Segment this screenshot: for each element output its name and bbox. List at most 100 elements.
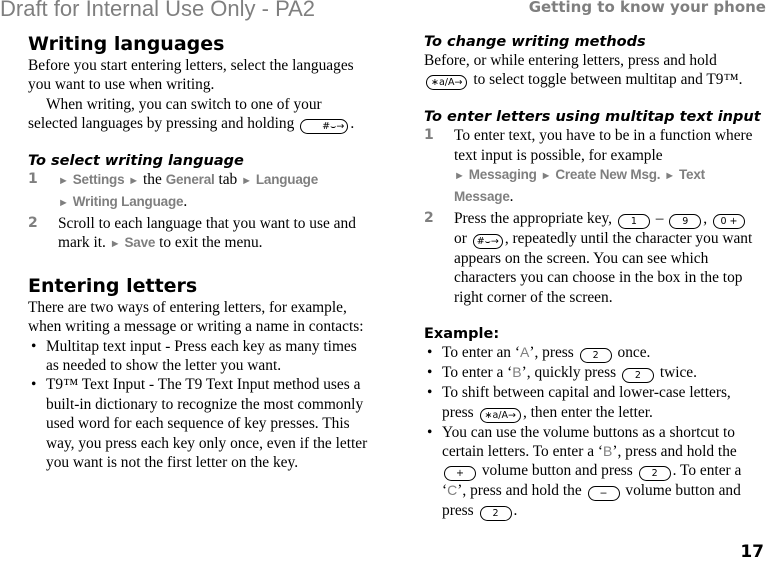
arrow-icon: ► <box>128 175 140 188</box>
arrow-icon: ► <box>58 175 69 188</box>
example-list: • To enter an ‘A’, press 2 once. • To ente… <box>424 343 766 522</box>
letter-b: B <box>603 443 613 460</box>
select-language-section: To select writing language 1 ► Settings … <box>28 153 373 255</box>
list-item: • You can use the volume buttons as a sho… <box>424 423 766 522</box>
key-1-icon: 1 <box>617 214 650 230</box>
text: ’, quickly press <box>521 364 617 382</box>
example-heading: Example: <box>424 326 500 343</box>
select-language-heading: To select writing language <box>28 153 244 170</box>
text: , then enter the letter. <box>522 403 653 421</box>
bullet-icon: • <box>427 364 433 382</box>
change-methods-text: Before, or while entering letters, press… <box>424 51 766 91</box>
text: ’, press <box>529 344 574 362</box>
key-2-icon: 2 <box>621 368 654 384</box>
menu-messaging: Messaging <box>468 167 537 183</box>
letter-c: C <box>447 482 458 499</box>
text: volume button and press <box>481 462 633 480</box>
arrow-icon: ► <box>454 170 465 183</box>
text: To enter text, you have to be in a funct… <box>454 127 753 164</box>
list-item: • To enter a ‘B’, quickly press 2 twice. <box>424 363 766 384</box>
star-key-icon: ∗a/A→ <box>479 407 521 423</box>
list-item: • To shift between capital and lower-case… <box>424 383 766 423</box>
bullet-icon: • <box>427 423 433 441</box>
text: . <box>513 502 518 520</box>
list-item-text: Multitap text input - Press each key as … <box>46 337 357 375</box>
arrow-icon: ► <box>241 175 252 188</box>
volume-down-key-icon: − <box>587 486 620 502</box>
key-0-plus-icon: 0 + <box>713 214 745 230</box>
key-2-icon: 2 <box>638 466 671 482</box>
step-1: 1 To enter text, you have to be in a fun… <box>424 126 766 206</box>
text: To enter a ‘ <box>442 364 513 382</box>
menu-general: General <box>165 172 215 188</box>
entering-methods-list: • Multitap text input - Press each key as… <box>28 337 373 473</box>
multitap-steps: 1 To enter text, you have to be in a fun… <box>424 126 766 307</box>
comma: , <box>703 210 708 228</box>
change-methods-heading: To change writing methods <box>424 34 646 50</box>
writing-languages-section: Writing languages Before you start enter… <box>28 32 373 135</box>
multitap-section: To enter letters using multitap text inp… <box>424 109 766 307</box>
text: Before, or while entering letters, press… <box>424 52 717 69</box>
period: . <box>350 115 355 133</box>
switch-text: When writing, you can switch to one of y… <box>28 95 322 133</box>
text: once. <box>617 344 651 362</box>
menu-writing-language: Writing Language <box>72 193 184 209</box>
list-item-text: T9™ Text Input - The T9 Text Input metho… <box>46 376 368 472</box>
text: To enter an ‘ <box>442 344 520 362</box>
right-column: To change writing methods Before, or whi… <box>424 32 766 522</box>
text: to select toggle between multitap and T9… <box>473 71 743 89</box>
text: the <box>143 171 162 189</box>
text: twice. <box>659 364 697 382</box>
writing-languages-intro: Before you start entering letters, selec… <box>28 57 354 94</box>
step-2: 2 Press the appropriate key, 1 – 9, 0 + … <box>424 209 766 307</box>
step-number: 2 <box>28 215 38 232</box>
period: . <box>509 187 514 205</box>
arrow-icon: ► <box>58 196 69 209</box>
arrow-icon: ► <box>540 170 552 183</box>
entering-letters-intro: There are two ways of entering letters, … <box>28 298 364 336</box>
menu-settings: Settings <box>72 172 125 188</box>
running-head: Getting to know your phone <box>528 0 766 16</box>
letter-b: B <box>512 364 522 381</box>
list-item: • To enter an ‘A’, press 2 once. <box>424 343 766 364</box>
hash-key-icon: #⌣→ <box>472 234 503 250</box>
change-methods-section: To change writing methods Before, or whi… <box>424 34 766 91</box>
multitap-heading: To enter letters using multitap text inp… <box>424 109 761 126</box>
step-number: 1 <box>424 127 434 144</box>
text: Press the appropriate key, <box>454 210 612 228</box>
period: . <box>183 192 188 210</box>
left-column: Writing languages Before you start enter… <box>28 32 373 473</box>
text: tab <box>218 171 238 189</box>
example-section: Example: • To enter an ‘A’, press 2 once.… <box>424 326 766 522</box>
menu-create-new-msg: Create New Msg. <box>555 167 661 183</box>
text: ’, press and hold the <box>612 443 737 461</box>
key-9-icon: 9 <box>669 214 702 230</box>
text: to exit the menu. <box>159 234 263 252</box>
draft-watermark: Draft for Internal Use Only - PA2 <box>0 0 316 21</box>
step-number: 2 <box>424 210 434 227</box>
bullet-icon: • <box>31 337 37 355</box>
arrow-icon: ► <box>664 170 676 183</box>
key-2-icon: 2 <box>479 506 512 522</box>
step-2: 2 Scroll to each language that you want … <box>28 214 373 255</box>
bullet-icon: • <box>427 344 433 362</box>
entering-letters-section: Entering letters There are two ways of e… <box>28 274 373 473</box>
bullet-icon: • <box>427 384 433 402</box>
arrow-icon: ► <box>109 238 121 251</box>
text: or <box>454 230 467 248</box>
step-number: 1 <box>28 171 38 188</box>
list-item: • Multitap text input - Press each key as… <box>28 337 373 376</box>
entering-letters-heading: Entering letters <box>28 274 198 297</box>
hash-key-icon: #⌣→ <box>300 119 349 135</box>
dash: – <box>655 210 664 228</box>
menu-save: Save <box>124 235 156 251</box>
bullet-icon: • <box>31 376 37 394</box>
menu-language: Language <box>255 172 319 188</box>
step-1: 1 ► Settings ► the General tab ► Languag… <box>28 170 373 213</box>
select-language-steps: 1 ► Settings ► the General tab ► Languag… <box>28 170 373 255</box>
writing-languages-switch: When writing, you can switch to one of y… <box>28 95 373 135</box>
list-item: • T9™ Text Input - The T9 Text Input meth… <box>28 375 373 472</box>
page-number: 17 <box>740 542 764 562</box>
letter-a: A <box>519 344 530 361</box>
writing-languages-heading: Writing languages <box>28 33 225 55</box>
